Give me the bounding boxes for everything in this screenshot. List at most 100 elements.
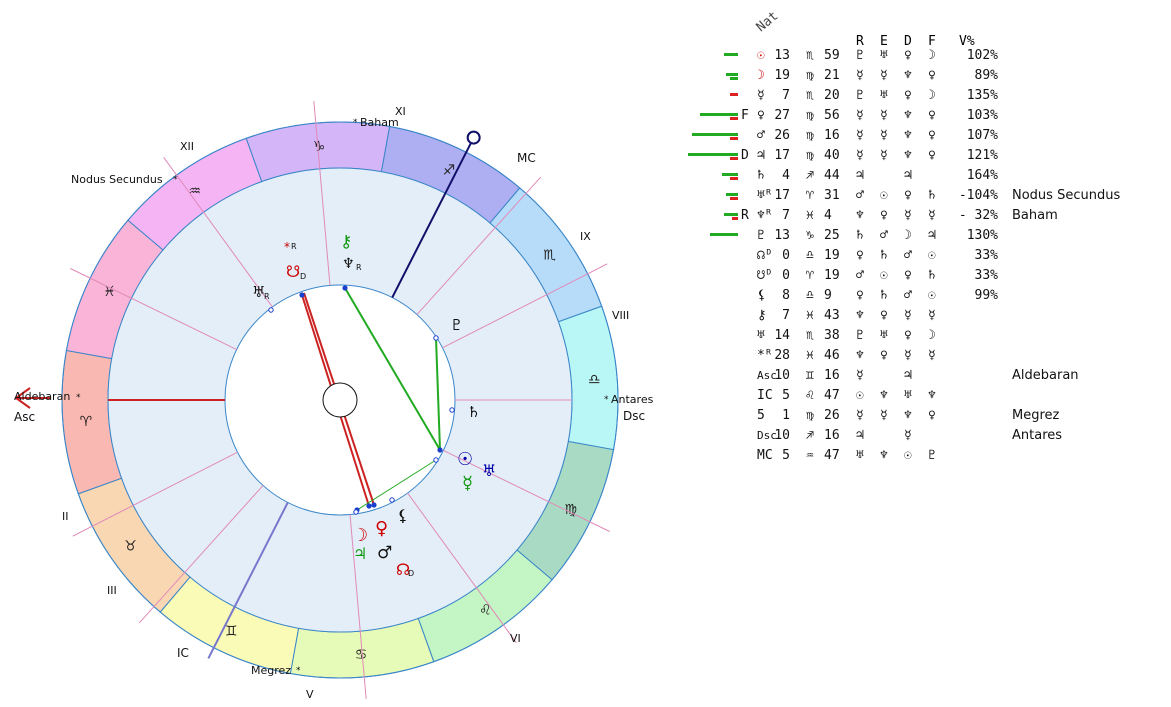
mc-circle: [466, 130, 481, 145]
row-value: 33%: [974, 268, 998, 283]
row-detriment: ♆: [904, 408, 912, 423]
row-fall: ♀: [928, 128, 936, 143]
row-degree: 5: [782, 388, 790, 403]
mc-label: MC: [517, 151, 536, 165]
saturn-glyph: ♄: [467, 403, 480, 421]
row-degree: 28: [774, 348, 790, 363]
fixed-star-label: Aldebaran: [14, 390, 70, 403]
strength-bar: [724, 213, 738, 216]
row-glyph: IC: [757, 388, 773, 403]
fixed-star-mark: *: [353, 118, 358, 128]
row-detriment: ♀: [904, 268, 912, 283]
fixed-star-mark: *: [76, 393, 81, 403]
row-sign: ♊: [806, 368, 814, 383]
row-glyph: ♅: [757, 328, 765, 343]
chiron-glyph: ⚷: [340, 232, 352, 252]
row-sign: ♒: [806, 448, 814, 463]
table-row: ☊ᴰ 0 ♎ 19 ♀ ♄ ♂ ☉ 33%: [680, 248, 1171, 266]
row-fall: ♀: [928, 148, 936, 163]
row-glyph: ⚸: [757, 288, 767, 303]
row-ruler: ☿: [856, 68, 864, 83]
row-exaltation: ♅: [880, 328, 888, 343]
row-detriment: ☿: [904, 308, 912, 323]
row-ruler: ☿: [856, 108, 864, 123]
row-fall: ☽: [928, 88, 936, 103]
row-ruler: ♆: [856, 348, 864, 363]
row-minute: 44: [824, 168, 840, 183]
row-detriment: ♀: [904, 48, 912, 63]
row-sign: ♍: [806, 68, 814, 83]
row-exaltation: ☿: [880, 408, 888, 423]
row-exaltation: ♅: [880, 48, 888, 63]
motion-mark: R: [291, 242, 297, 251]
row-ruler: ☿: [856, 148, 864, 163]
strength-bar: [730, 117, 738, 120]
row-minute: 59: [824, 48, 840, 63]
row-glyph: ♅ᴿ: [757, 188, 773, 203]
row-detriment: ♅: [904, 388, 912, 403]
strength-bar: [730, 137, 738, 140]
row-degree: 13: [774, 48, 790, 63]
motion-mark: D: [300, 272, 306, 281]
row-value: 103%: [966, 108, 998, 123]
chart-wheel: ♈♉♊♋♌♍♎♏♐♑♒♓ Asc DscMCICIIIIIVVIVIIIIXXIX…: [14, 101, 654, 701]
planet-dot: [366, 503, 372, 509]
row-fall: ☉: [928, 248, 936, 263]
row-ruler: ♅: [856, 448, 864, 463]
row-glyph: *ᴿ: [757, 348, 773, 363]
strength-bar: [726, 73, 738, 76]
row-exaltation: ♀: [880, 208, 888, 223]
row-sign: ♓: [806, 308, 814, 323]
row-glyph: MC: [757, 448, 773, 463]
house-number-label: III: [107, 584, 117, 597]
row-star: Baham: [1012, 208, 1058, 223]
row-ruler: ♇: [856, 48, 864, 63]
row-detriment: ♀: [904, 88, 912, 103]
row-ruler: ♄: [856, 228, 864, 243]
table-row: ♅ᴿ 17 ♈ 31 ♂ ☉ ♀ ♄ -104% Nodus Secundus: [680, 188, 1171, 206]
row-sign: ♓: [806, 348, 814, 363]
fixed-star-mark: *: [296, 666, 301, 676]
row-degree: 13: [774, 228, 790, 243]
house-number-label: V: [306, 688, 314, 701]
row-fall: ☿: [928, 308, 936, 323]
row-detriment: ♆: [904, 128, 912, 143]
row-detriment: ♀: [904, 328, 912, 343]
row-glyph: ☊ᴰ: [757, 248, 773, 263]
moon-glyph: ☽: [352, 525, 368, 546]
row-exaltation: ♂: [880, 228, 888, 243]
row-detriment: ☉: [904, 448, 912, 463]
row-minute: 16: [824, 368, 840, 383]
row-exaltation: ☿: [880, 148, 888, 163]
fixed-star-label: Megrez: [251, 664, 291, 677]
row-sign: ♎: [806, 288, 814, 303]
row-fall: ♀: [928, 408, 936, 423]
strength-bar: [688, 153, 738, 156]
table-row: R ♆ᴿ 7 ♓ 4 ♆ ♀ ☿ ☿ - 32% Baham: [680, 208, 1171, 226]
row-fall: ☽: [928, 328, 936, 343]
row-glyph: ♄: [757, 168, 765, 183]
row-fall: ♄: [928, 188, 936, 203]
row-minute: 46: [824, 348, 840, 363]
row-mark: F: [741, 108, 749, 123]
sign-glyph: ♑: [313, 139, 326, 155]
row-detriment: ♆: [904, 108, 912, 123]
row-glyph: ☿: [757, 88, 765, 103]
row-glyph: ☉: [757, 48, 765, 63]
row-star: Nodus Secundus: [1012, 188, 1121, 203]
row-glyph: ♀: [757, 108, 765, 123]
dsc-label: Dsc: [623, 409, 645, 423]
row-value: -104%: [958, 188, 998, 203]
row-mark: D: [741, 148, 749, 163]
row-sign: ♏: [806, 88, 814, 103]
house-number-label: II: [62, 510, 69, 523]
row-minute: 43: [824, 308, 840, 323]
row-sign: ♌: [806, 388, 814, 403]
table-row: ♅ 14 ♏ 38 ♇ ♅ ♀ ☽: [680, 328, 1171, 346]
row-detriment: ♂: [904, 288, 912, 303]
row-value: 107%: [966, 128, 998, 143]
row-exaltation: ♄: [880, 248, 888, 263]
table-row: IC 5 ♌ 47 ☉ ♆ ♅ ♆: [680, 388, 1171, 406]
table-row: ☿ 7 ♏ 20 ♇ ♅ ♀ ☽ 135%: [680, 88, 1171, 106]
row-glyph: ♆ᴿ: [757, 208, 773, 223]
